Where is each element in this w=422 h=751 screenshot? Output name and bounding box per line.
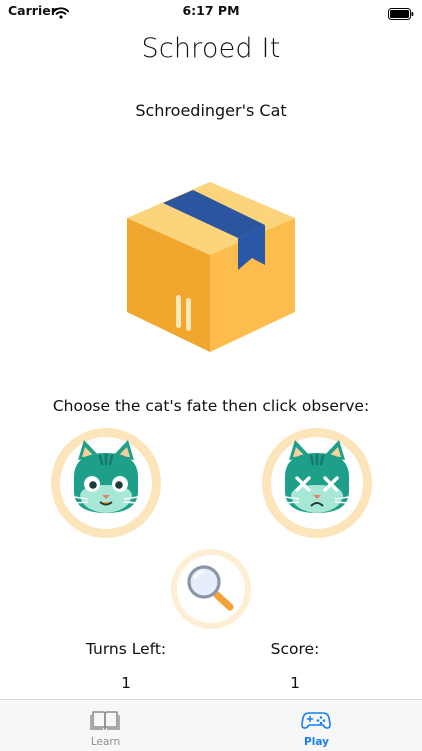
dead-cat-button[interactable]: [261, 427, 373, 539]
status-bar: Carrier 6:17 PM: [0, 0, 422, 24]
page-title: Schroed It: [141, 33, 281, 64]
tab-learn-label: Learn: [90, 736, 121, 748]
instruction-text: Choose the cat's fate then click observe…: [52, 397, 370, 415]
page-subtitle: Schroedinger's Cat: [135, 101, 287, 120]
cardboard-box-icon: [120, 180, 302, 359]
gamepad-icon: [301, 709, 331, 735]
tab-play-label: Play: [304, 736, 329, 748]
alive-cat-button[interactable]: [50, 427, 162, 539]
turns-left-value: 1: [121, 674, 131, 692]
battery-icon: [388, 5, 414, 24]
tab-learn[interactable]: Learn: [0, 700, 211, 751]
book-icon: [90, 709, 120, 735]
score-label: Score:: [270, 640, 320, 658]
tab-play[interactable]: Play: [211, 700, 422, 751]
tab-bar: Learn Play: [0, 699, 422, 751]
magnifying-glass-icon: [171, 549, 251, 629]
score-value: 1: [290, 674, 300, 692]
alive-cat-icon: [51, 428, 161, 538]
turns-left-label: Turns Left:: [85, 640, 167, 658]
dead-cat-icon: [262, 428, 372, 538]
status-time: 6:17 PM: [182, 3, 240, 18]
observe-button[interactable]: [170, 548, 252, 630]
